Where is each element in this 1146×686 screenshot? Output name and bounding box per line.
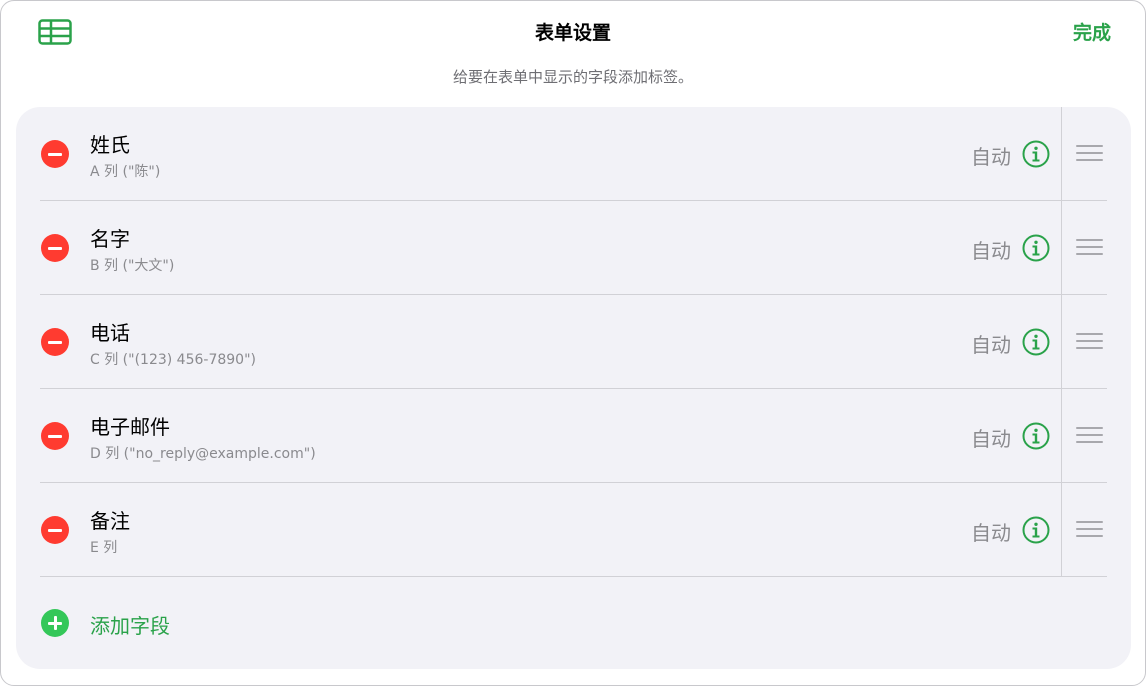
add-field-button[interactable]: 添加字段	[90, 610, 170, 639]
info-icon[interactable]	[1022, 516, 1050, 544]
field-type: 自动	[971, 239, 1011, 263]
field-row: 姓氏 A 列 ("陈") 自动	[16, 107, 1131, 201]
remove-field-button[interactable]	[41, 328, 69, 356]
field-source: E 列	[90, 540, 118, 556]
info-icon[interactable]	[1022, 234, 1050, 262]
info-icon[interactable]	[1022, 140, 1050, 168]
field-label[interactable]: 备注	[90, 505, 130, 534]
field-row: 电话 C 列 ("(123) 456-7890") 自动	[16, 295, 1131, 389]
drag-handle-icon[interactable]	[1076, 145, 1103, 161]
field-row: 备注 E 列 自动	[16, 483, 1131, 577]
info-icon[interactable]	[1022, 328, 1050, 356]
row-separator	[40, 576, 1107, 577]
field-source: C 列 ("(123) 456-7890")	[90, 352, 256, 368]
drag-handle-icon[interactable]	[1076, 239, 1103, 255]
remove-field-button[interactable]	[41, 422, 69, 450]
page-title: 表单设置	[534, 22, 611, 44]
remove-field-button[interactable]	[41, 140, 69, 168]
field-label[interactable]: 电话	[90, 317, 130, 346]
field-row: 电子邮件 D 列 ("no_reply@example.com") 自动	[16, 389, 1131, 483]
fields-list: 姓氏 A 列 ("陈") 自动 名字 B 列 ("大文") 自动 电话 C 列 …	[16, 107, 1131, 669]
field-source: D 列 ("no_reply@example.com")	[90, 446, 316, 462]
add-field-icon[interactable]	[41, 609, 69, 637]
done-button[interactable]: 完成	[1073, 18, 1111, 45]
field-type: 自动	[971, 145, 1011, 169]
remove-field-button[interactable]	[41, 516, 69, 544]
field-source: A 列 ("陈")	[90, 164, 161, 180]
field-label[interactable]: 名字	[90, 223, 130, 252]
instructions-text: 给要在表单中显示的字段添加标签。	[452, 68, 693, 86]
field-label[interactable]: 电子邮件	[90, 411, 170, 440]
field-source: B 列 ("大文")	[90, 258, 175, 274]
field-label[interactable]: 姓氏	[90, 129, 130, 158]
field-type: 自动	[971, 427, 1011, 451]
info-icon[interactable]	[1022, 422, 1050, 450]
drag-handle-icon[interactable]	[1076, 333, 1103, 349]
field-type: 自动	[971, 521, 1011, 545]
drag-handle-icon[interactable]	[1076, 521, 1103, 537]
remove-field-button[interactable]	[41, 234, 69, 262]
drag-handle-icon[interactable]	[1076, 427, 1103, 443]
field-row: 名字 B 列 ("大文") 自动	[16, 201, 1131, 295]
form-settings-sheet: 表单设置 完成 给要在表单中显示的字段添加标签。 姓氏 A 列 ("陈") 自动…	[0, 0, 1146, 686]
field-type: 自动	[971, 333, 1011, 357]
